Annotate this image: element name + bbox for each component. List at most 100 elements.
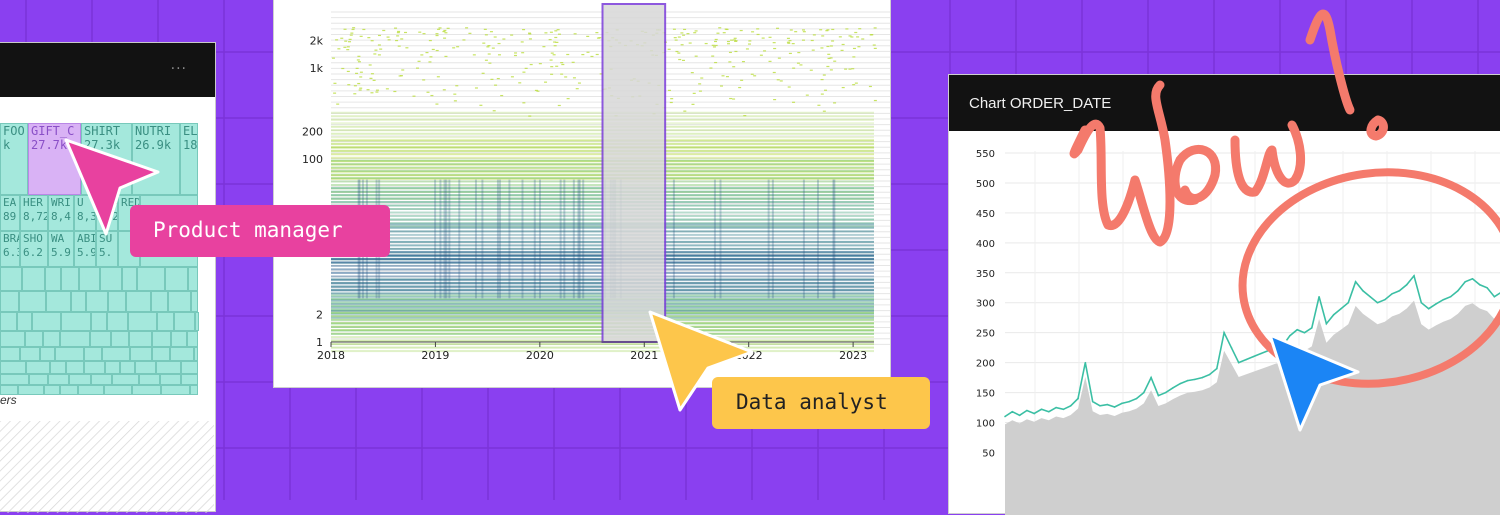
treemap-cell[interactable] xyxy=(22,267,45,291)
treemap-cell[interactable] xyxy=(104,385,132,395)
treemap-cell[interactable] xyxy=(84,347,102,361)
treemap-cell[interactable] xyxy=(48,374,69,385)
treemap-cell[interactable] xyxy=(60,331,90,347)
treemap-cell[interactable] xyxy=(187,331,198,347)
treemap-cell[interactable] xyxy=(165,267,188,291)
treemap-cell[interactable] xyxy=(43,331,60,347)
treemap-cell[interactable] xyxy=(0,312,17,331)
treemap-cell[interactable] xyxy=(71,291,86,312)
treemap-cell[interactable] xyxy=(91,312,107,331)
treemap-cell[interactable] xyxy=(45,267,61,291)
treemap-cell[interactable] xyxy=(100,267,122,291)
treemap-cell[interactable] xyxy=(191,291,198,312)
treemap-cell[interactable]: EA 89 xyxy=(0,195,20,231)
treemap-cell[interactable] xyxy=(120,361,135,374)
treemap-cell[interactable] xyxy=(190,385,198,395)
treemap-cell[interactable]: GIFT_C 27.7k xyxy=(28,123,81,195)
treemap-cell-value: 8,3 xyxy=(77,210,96,223)
treemap-cell[interactable] xyxy=(168,291,191,312)
treemap-cell[interactable] xyxy=(26,361,50,374)
treemap-cell[interactable] xyxy=(107,312,128,331)
treemap-cell[interactable] xyxy=(137,267,165,291)
treemap-cell[interactable] xyxy=(61,312,91,331)
treemap-cell[interactable] xyxy=(18,385,44,395)
treemap-cell[interactable] xyxy=(181,374,198,385)
treemap-cell[interactable] xyxy=(0,361,26,374)
treemap-cell[interactable] xyxy=(90,331,111,347)
treemap-cell[interactable]: SHIRT 27.3k xyxy=(81,123,132,195)
treemap-cell[interactable] xyxy=(61,267,79,291)
treemap-cell[interactable]: NUTRI 26.9k xyxy=(132,123,180,195)
treemap-cell[interactable]: CHA 8.2 xyxy=(96,195,118,231)
treemap-cell[interactable] xyxy=(108,291,126,312)
treemap-cell[interactable] xyxy=(84,361,105,374)
treemap-cell[interactable]: FOO k xyxy=(0,123,28,195)
treemap-cell[interactable] xyxy=(122,267,137,291)
treemap-cell[interactable] xyxy=(111,331,129,347)
treemap-cell[interactable] xyxy=(69,374,91,385)
treemap-cell[interactable] xyxy=(79,267,100,291)
treemap-cell[interactable] xyxy=(161,385,190,395)
treemap-cell[interactable] xyxy=(174,312,195,331)
treemap-cell[interactable] xyxy=(0,291,19,312)
treemap-cell[interactable] xyxy=(0,347,20,361)
treemap-cell[interactable] xyxy=(188,267,198,291)
treemap-cell[interactable] xyxy=(86,291,108,312)
treemap-cell[interactable] xyxy=(132,385,161,395)
treemap-cell[interactable] xyxy=(91,374,112,385)
treemap-cell[interactable] xyxy=(181,361,198,374)
treemap-cell[interactable] xyxy=(78,385,104,395)
heatmap-chart[interactable]: 2018 2019 2020 2021 2022 2023 1 2 100 200 1k 2k xyxy=(274,0,890,387)
treemap-cell[interactable] xyxy=(55,347,84,361)
treemap-cell[interactable] xyxy=(171,331,187,347)
treemap-cell[interactable] xyxy=(112,374,139,385)
treemap-cell[interactable] xyxy=(156,361,181,374)
treemap-cell[interactable] xyxy=(152,331,171,347)
more-options-icon[interactable]: ... xyxy=(171,57,187,73)
treemap-cell[interactable] xyxy=(29,374,48,385)
treemap-cell[interactable]: SU 5. xyxy=(96,231,118,267)
treemap-cell[interactable] xyxy=(160,374,181,385)
treemap-cell[interactable] xyxy=(135,361,156,374)
treemap-cell[interactable] xyxy=(130,347,152,361)
treemap-cell[interactable] xyxy=(129,331,152,347)
treemap-cell[interactable] xyxy=(25,331,43,347)
treemap-cell[interactable]: EL 18 xyxy=(180,123,198,195)
treemap-cell[interactable] xyxy=(0,374,29,385)
data-point xyxy=(1091,400,1094,403)
treemap-cell[interactable]: BRA6.3 xyxy=(0,231,20,267)
treemap-cell[interactable] xyxy=(170,347,194,361)
treemap-cell[interactable]: WA 5.9 xyxy=(48,231,74,267)
treemap-cell[interactable] xyxy=(195,312,199,331)
selection-box[interactable] xyxy=(601,3,667,343)
treemap-cell[interactable]: HER 8,72 xyxy=(20,195,48,231)
treemap-cell[interactable] xyxy=(17,312,32,331)
treemap-cell[interactable] xyxy=(46,291,71,312)
treemap-cell-value: 27.3k xyxy=(84,138,121,152)
treemap-cell[interactable] xyxy=(126,291,151,312)
treemap-cell[interactable]: ABI 5.9 xyxy=(74,231,96,267)
treemap-cell[interactable] xyxy=(66,361,84,374)
treemap-cell[interactable] xyxy=(102,347,130,361)
treemap-cell[interactable] xyxy=(32,312,61,331)
treemap-cell[interactable] xyxy=(40,347,55,361)
treemap-cell[interactable] xyxy=(50,361,66,374)
treemap-cell[interactable] xyxy=(60,385,78,395)
treemap-cell[interactable] xyxy=(139,374,160,385)
treemap-cell[interactable] xyxy=(0,331,25,347)
treemap-cell[interactable] xyxy=(20,347,40,361)
treemap-cell[interactable] xyxy=(105,361,120,374)
treemap-cell[interactable]: U 8,3 xyxy=(74,195,96,231)
treemap-cell[interactable] xyxy=(194,347,198,361)
treemap-cell[interactable]: WRI 8,4 xyxy=(48,195,74,231)
treemap-cell[interactable] xyxy=(128,312,157,331)
treemap-cell[interactable] xyxy=(19,291,46,312)
treemap-cell[interactable] xyxy=(0,267,22,291)
treemap-cell[interactable] xyxy=(44,385,60,395)
treemap-cell[interactable] xyxy=(157,312,174,331)
order-date-chart[interactable]: 550 500 450 400 350 300 250 200 150 100 50 xyxy=(949,131,1500,515)
treemap-cell[interactable]: SHO 6.2 xyxy=(20,231,48,267)
treemap-cell[interactable] xyxy=(151,291,168,312)
treemap-chart[interactable]: FOO k GIFT_C 27.7k SHIRT 27.3k NUTRI 26.9k EL 18 E… xyxy=(0,123,199,395)
treemap-cell[interactable] xyxy=(152,347,170,361)
